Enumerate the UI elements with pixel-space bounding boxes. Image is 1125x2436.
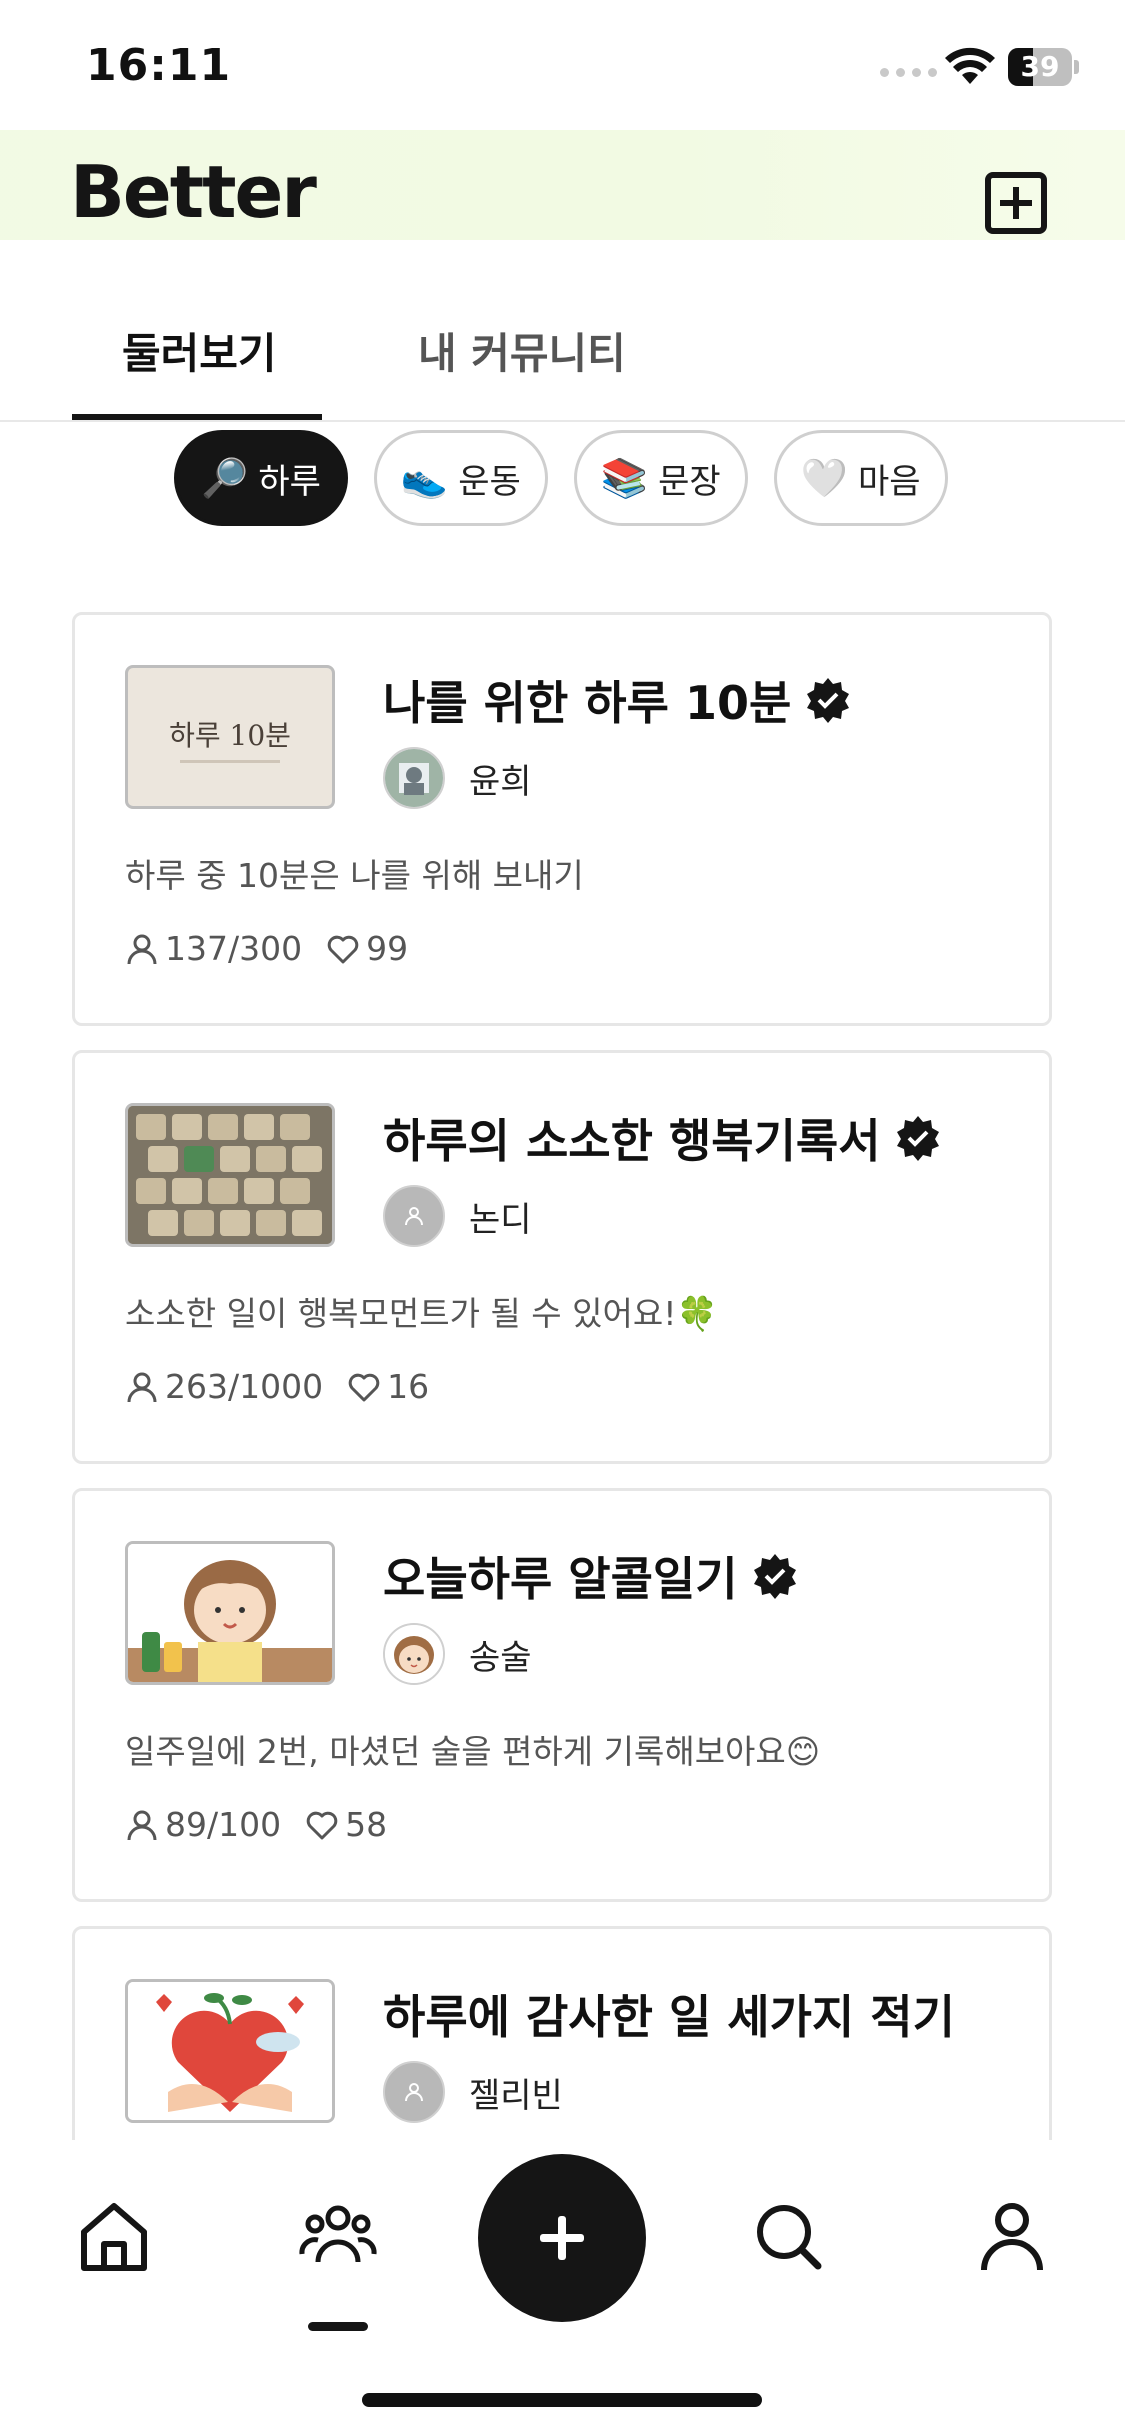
community-title: 하루에 감사한 일 세가지 적기	[383, 1990, 955, 2044]
community-icon[interactable]	[298, 2196, 378, 2276]
app-logo: Better	[70, 150, 317, 234]
home-icon[interactable]	[74, 2196, 154, 2276]
heart-outline-icon	[348, 1373, 380, 1401]
magnifier-icon: 🔎	[201, 455, 249, 500]
status-time: 16:11	[86, 40, 232, 91]
community-description: 일주일에 2번, 마셨던 술을 편하게 기록해보아요😊	[125, 1732, 821, 1771]
member-count: 89/100	[165, 1805, 282, 1844]
author-row[interactable]: 윤희	[383, 747, 532, 809]
thumbnail-text: 하루 10분	[169, 719, 291, 752]
community-card[interactable]: 하루의 소소한 행복기록서 논디 소소한 일이 행복모먼트가 될 수 있어요!🍀…	[72, 1050, 1052, 1464]
community-description: 소소한 일이 행복모먼트가 될 수 있어요!🍀	[125, 1294, 718, 1333]
books-icon: 📚	[600, 455, 649, 500]
add-post-button[interactable]	[478, 2154, 646, 2322]
author-row[interactable]: 송술	[383, 1623, 532, 1685]
active-nav-indicator	[308, 2322, 368, 2331]
avatar	[383, 747, 445, 809]
tab-explore[interactable]: 둘러보기	[122, 320, 277, 381]
community-thumbnail	[125, 1979, 335, 2123]
community-card[interactable]: 오늘하루 알콜일기 송술 일주일에 2번, 마셨던 술을 편하게 기록해보아요😊…	[72, 1488, 1052, 1902]
category-chips: 🔎 하루 👟 운동 📚 문장 🤍 마음	[174, 430, 948, 526]
create-community-button[interactable]	[985, 172, 1047, 234]
heart-outline-icon	[327, 935, 359, 963]
person-icon	[127, 1372, 157, 1402]
member-count: 263/1000	[165, 1367, 324, 1406]
author-row[interactable]: 젤리빈	[383, 2061, 563, 2123]
like-count: 16	[387, 1367, 430, 1406]
community-card[interactable]: 하루 10분 나를 위한 하루 10분 윤희 하루 중 10분은 나를 위해 보…	[72, 612, 1052, 1026]
chip-day[interactable]: 🔎 하루	[174, 430, 348, 526]
author-name: 논디	[469, 1199, 532, 1240]
community-title: 나를 위한 하루 10분	[383, 667, 851, 733]
person-icon	[127, 1810, 157, 1840]
community-title: 하루의 소소한 행복기록서	[383, 1105, 941, 1171]
community-thumbnail: 하루 10분	[125, 665, 335, 809]
cellular-signal-icon	[880, 68, 937, 77]
community-stats: 137/300 99	[125, 929, 408, 968]
sneaker-icon: 👟	[400, 455, 449, 500]
author-name: 송술	[469, 1637, 532, 1678]
search-icon[interactable]	[748, 2196, 828, 2276]
chip-label: 운동	[458, 461, 521, 502]
person-icon	[127, 934, 157, 964]
active-tab-indicator	[72, 414, 322, 420]
verified-badge-icon	[807, 678, 850, 723]
default-avatar-icon	[383, 1185, 445, 1247]
status-bar: 16:11 39	[0, 0, 1125, 130]
author-row[interactable]: 논디	[383, 1185, 532, 1247]
community-stats: 89/100 58	[125, 1805, 387, 1844]
heart-outline-icon	[306, 1811, 338, 1839]
home-indicator	[362, 2393, 762, 2407]
community-thumbnail	[125, 1103, 335, 1247]
default-avatar-icon	[383, 2061, 445, 2123]
tab-my-community[interactable]: 내 커뮤니티	[418, 320, 626, 381]
chip-mind[interactable]: 🤍 마음	[773, 430, 948, 526]
community-description: 하루 중 10분은 나를 위해 보내기	[125, 856, 584, 895]
verified-badge-icon	[753, 1554, 796, 1599]
battery-icon: 39	[1008, 48, 1079, 86]
tab-bar: 둘러보기 내 커뮤니티	[0, 300, 1125, 422]
chip-label: 마음	[858, 461, 921, 502]
bottom-navigation	[0, 2140, 1125, 2436]
chip-label: 문장	[658, 461, 721, 502]
verified-badge-icon	[896, 1116, 939, 1161]
wifi-icon	[945, 47, 995, 84]
plus-icon	[540, 2216, 584, 2260]
white-heart-icon: 🤍	[800, 455, 848, 500]
author-name: 윤희	[469, 761, 532, 802]
like-count: 99	[366, 929, 409, 968]
community-title: 오늘하루 알콜일기	[383, 1543, 798, 1609]
chip-sentence[interactable]: 📚 문장	[573, 430, 748, 526]
author-name: 젤리빈	[469, 2075, 563, 2116]
community-stats: 263/1000 16	[125, 1367, 429, 1406]
like-count: 58	[345, 1805, 388, 1844]
chip-exercise[interactable]: 👟 운동	[373, 430, 548, 526]
battery-percent: 39	[1020, 50, 1060, 83]
community-thumbnail	[125, 1541, 335, 1685]
chip-label: 하루	[258, 461, 321, 502]
member-count: 137/300	[165, 929, 303, 968]
profile-icon[interactable]	[972, 2196, 1052, 2276]
plus-icon	[1000, 187, 1032, 219]
avatar	[383, 1623, 445, 1685]
